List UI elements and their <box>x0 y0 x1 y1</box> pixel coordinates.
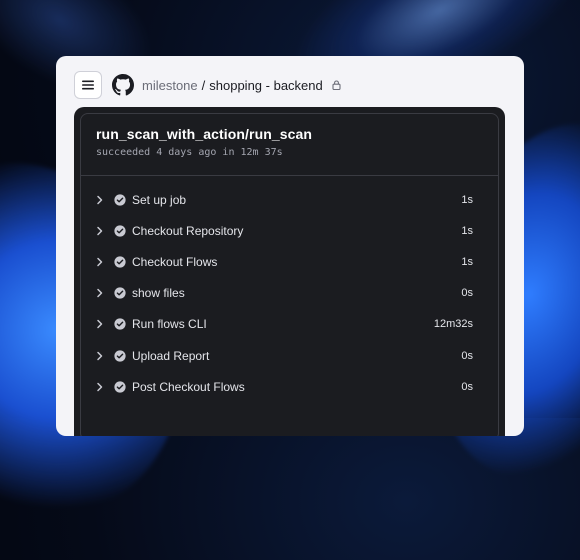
repo-header: milestone / shopping - backend <box>74 70 341 100</box>
chevron-right-icon[interactable] <box>95 195 105 205</box>
step-duration: 0s <box>461 287 473 300</box>
repo-name-link[interactable]: shopping - backend <box>209 78 322 93</box>
chevron-right-icon[interactable] <box>95 257 105 267</box>
job-panel: run_scan_with_action/run_scan succeeded … <box>74 107 505 436</box>
step-duration: 0s <box>461 349 473 362</box>
check-circle-icon <box>114 318 126 330</box>
step-duration: 1s <box>461 193 473 206</box>
chevron-right-icon[interactable] <box>95 319 105 329</box>
run-status-subtitle: succeeded 4 days ago in 12m 37s <box>96 147 283 158</box>
menu-button[interactable] <box>74 71 102 99</box>
check-circle-icon <box>114 193 126 206</box>
repo-separator: / <box>201 77 206 93</box>
step-row[interactable]: show files 0s <box>81 278 498 309</box>
step-row[interactable]: Checkout Flows 1s <box>81 246 498 277</box>
job-panel-inner: run_scan_with_action/run_scan succeeded … <box>80 113 499 436</box>
run-header: run_scan_with_action/run_scan succeeded … <box>81 114 498 176</box>
lock-icon <box>332 80 341 90</box>
check-circle-icon <box>114 287 126 299</box>
hamburger-icon <box>82 80 94 90</box>
chevron-right-icon[interactable] <box>95 382 105 392</box>
step-duration: 1s <box>461 255 473 268</box>
repo-owner-link[interactable]: milestone <box>142 78 198 93</box>
step-list: Set up job 1s Checkout Repository 1s Che… <box>81 176 498 402</box>
step-row[interactable]: Run flows CLI 12m32s <box>81 309 498 340</box>
step-row[interactable]: Upload Report 0s <box>81 340 498 371</box>
step-label: Set up job <box>132 192 187 207</box>
check-circle-icon <box>114 225 126 237</box>
step-label: Checkout Repository <box>132 223 244 238</box>
check-circle-icon <box>114 256 126 268</box>
step-duration: 1s <box>461 224 473 237</box>
step-label: Post Checkout Flows <box>132 379 245 394</box>
step-row[interactable]: Checkout Repository 1s <box>81 215 498 246</box>
check-circle-icon <box>114 381 126 393</box>
step-duration: 0s <box>461 380 473 393</box>
workflow-card: milestone / shopping - backend run_scan_… <box>56 56 524 436</box>
step-row[interactable]: Set up job 1s <box>81 184 498 215</box>
step-duration: 12m32s <box>433 318 473 331</box>
chevron-right-icon[interactable] <box>95 226 105 236</box>
chevron-right-icon[interactable] <box>95 288 105 298</box>
chevron-right-icon[interactable] <box>95 351 105 361</box>
github-icon <box>112 74 134 96</box>
step-row[interactable]: Post Checkout Flows 0s <box>81 371 498 402</box>
step-label: Run flows CLI <box>132 317 207 332</box>
step-label: show files <box>132 286 185 301</box>
step-label: Checkout Flows <box>132 254 218 269</box>
check-circle-icon <box>114 349 126 362</box>
run-title: run_scan_with_action/run_scan <box>96 126 313 142</box>
step-label: Upload Report <box>132 348 210 363</box>
